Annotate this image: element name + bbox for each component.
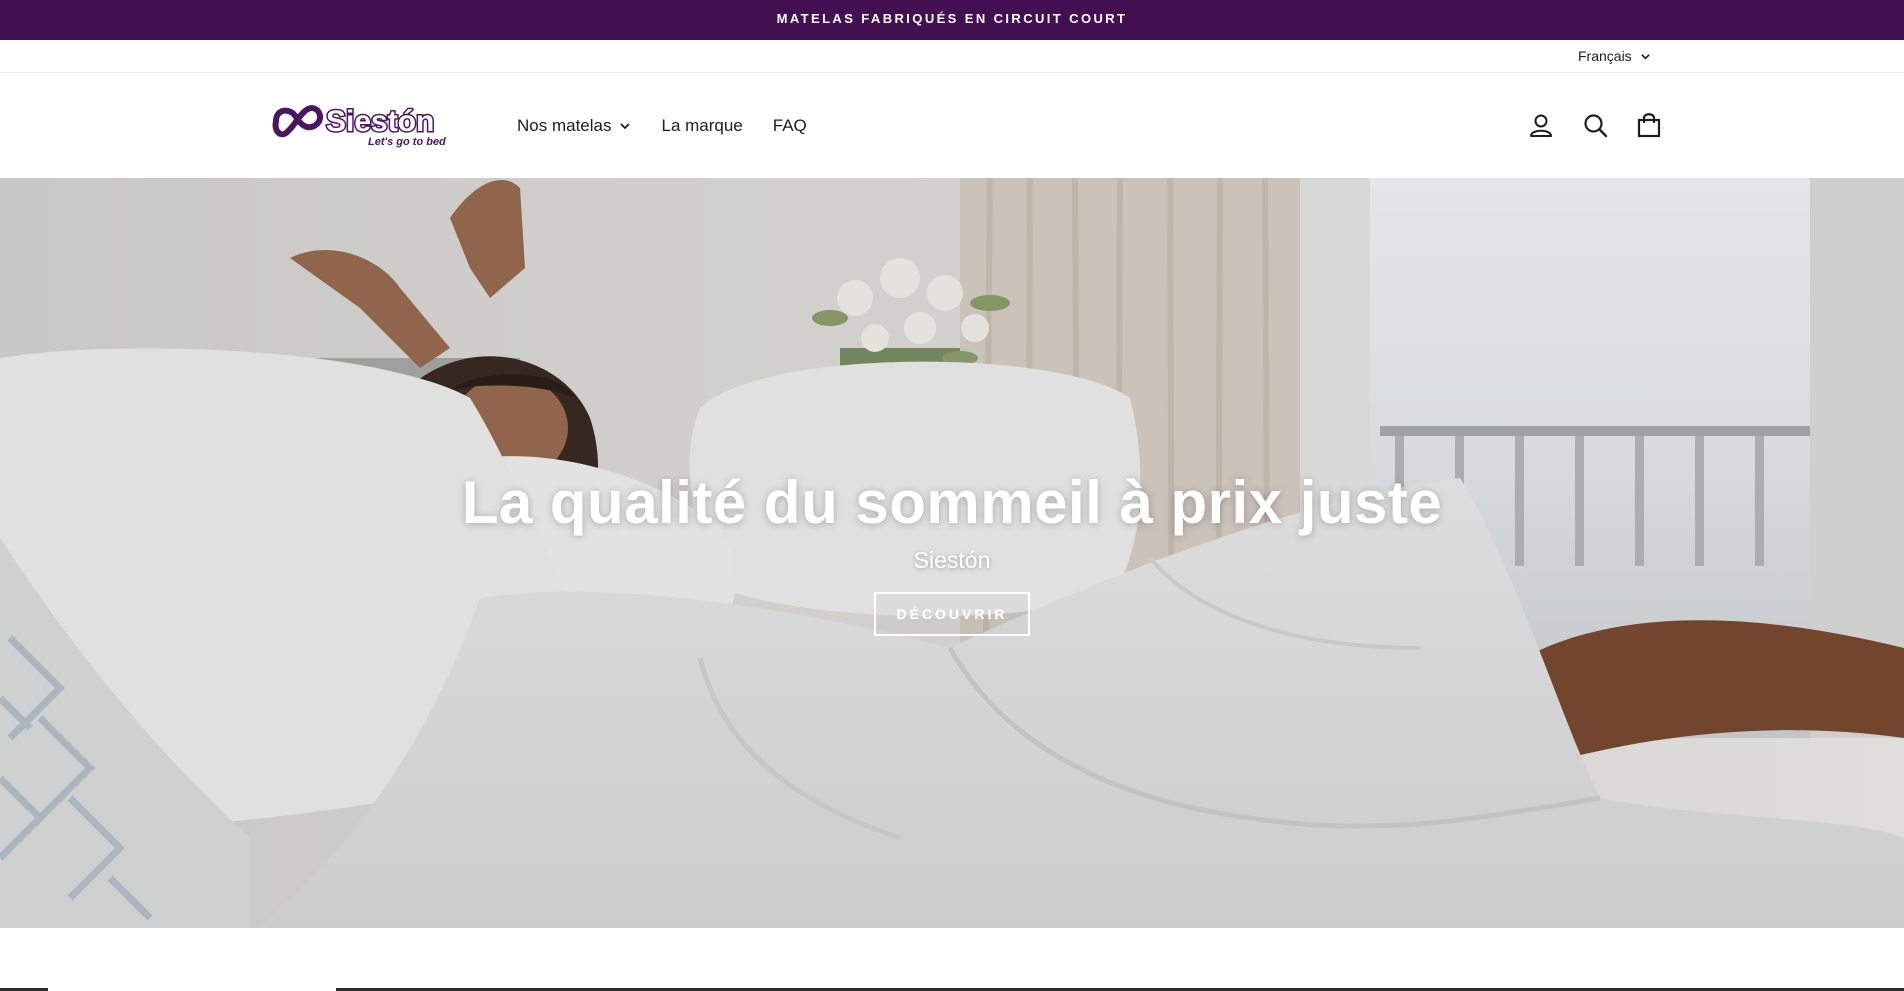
- cart-icon[interactable]: [1636, 111, 1662, 139]
- language-label: Français: [1578, 48, 1632, 64]
- nav-item-nos-matelas[interactable]: Nos matelas: [517, 116, 631, 136]
- hero-banner: La qualité du sommeil à prix juste Siest…: [0, 178, 1904, 928]
- logo-tagline: Let's go to bed: [368, 136, 446, 148]
- chevron-down-icon: [1640, 53, 1650, 60]
- logo[interactable]: Siestón Let's go to bed: [268, 99, 458, 151]
- logo-name: Siestón: [326, 105, 434, 138]
- nav-item-la-marque[interactable]: La marque: [661, 116, 742, 136]
- search-icon[interactable]: [1582, 111, 1608, 139]
- bottom-section: [0, 928, 1904, 991]
- language-selector[interactable]: Français: [1578, 48, 1651, 64]
- account-icon[interactable]: [1528, 111, 1554, 139]
- header-icons: [1528, 111, 1662, 139]
- discover-button[interactable]: DÉCOUVRIR: [874, 592, 1030, 636]
- nav-label: Nos matelas: [517, 115, 612, 135]
- site-header: Siestón Let's go to bed Nos matelas La m…: [0, 73, 1904, 178]
- nav-label: FAQ: [772, 115, 807, 135]
- chevron-down-icon: [620, 122, 631, 129]
- main-nav: Nos matelas La marque FAQ: [517, 73, 837, 178]
- announcement-bar: MATELAS FABRIQUÉS EN CIRCUIT COURT: [0, 0, 1904, 40]
- hero-subtitle: Siestón: [913, 547, 991, 573]
- nav-item-faq[interactable]: FAQ: [773, 116, 807, 136]
- nav-label: La marque: [661, 115, 743, 135]
- language-bar: Français: [0, 40, 1904, 73]
- hero-title: La qualité du sommeil à prix juste: [461, 469, 1443, 536]
- announcement-text: MATELAS FABRIQUÉS EN CIRCUIT COURT: [776, 11, 1128, 26]
- hero-content: La qualité du sommeil à prix juste Siest…: [0, 468, 1904, 636]
